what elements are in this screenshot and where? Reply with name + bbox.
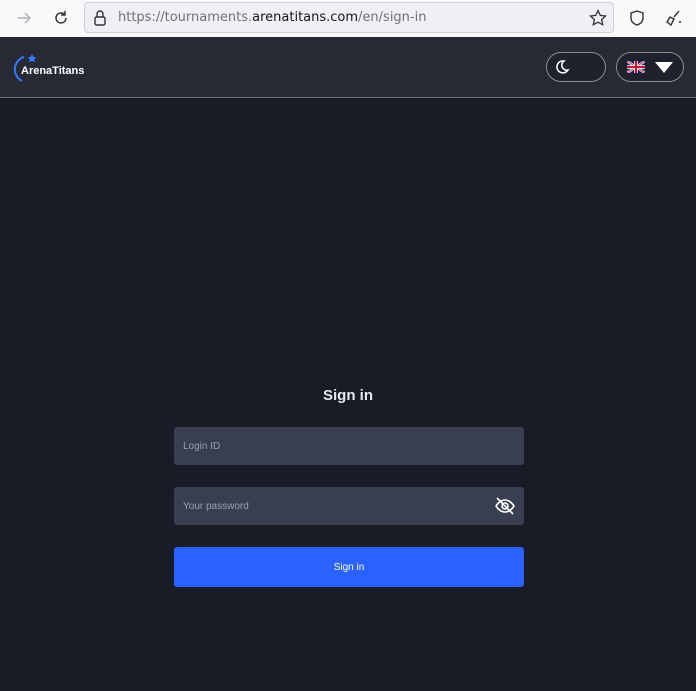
lock-icon[interactable] — [90, 8, 110, 28]
forward-arrow-icon[interactable] — [14, 8, 34, 28]
shield-icon[interactable] — [627, 8, 647, 28]
reload-icon[interactable] — [51, 8, 71, 28]
uk-flag-icon — [627, 61, 645, 73]
page-title: Sign in — [323, 387, 373, 404]
moon-icon — [556, 60, 570, 74]
url-suffix: /en/sign-in — [358, 10, 427, 25]
login-id-input[interactable] — [174, 427, 524, 465]
logo-text: ArenaTitans — [21, 65, 85, 77]
site-header: ArenaTitans en — [0, 37, 696, 98]
bookmark-star-icon[interactable] — [588, 8, 608, 28]
password-input[interactable] — [174, 487, 524, 525]
url-prefix: https://tournaments. — [118, 10, 253, 25]
broom-icon[interactable] — [664, 8, 684, 28]
language-selector[interactable]: en — [616, 52, 684, 82]
address-bar[interactable]: https://tournaments.arenatitans.com/en/s… — [84, 2, 614, 33]
url-domain: arenatitans.com — [252, 10, 359, 25]
toggle-password-visibility-icon[interactable] — [494, 495, 516, 517]
theme-toggle-button[interactable] — [546, 52, 606, 82]
url-text: https://tournaments.arenatitans.com/en/s… — [118, 10, 426, 25]
sign-in-page: Sign in Sign in — [0, 98, 696, 691]
browser-toolbar: https://tournaments.arenatitans.com/en/s… — [0, 0, 696, 37]
sign-in-button[interactable]: Sign in — [174, 547, 524, 587]
chevron-down-icon — [655, 62, 673, 73]
logo[interactable]: ArenaTitans — [12, 51, 92, 85]
